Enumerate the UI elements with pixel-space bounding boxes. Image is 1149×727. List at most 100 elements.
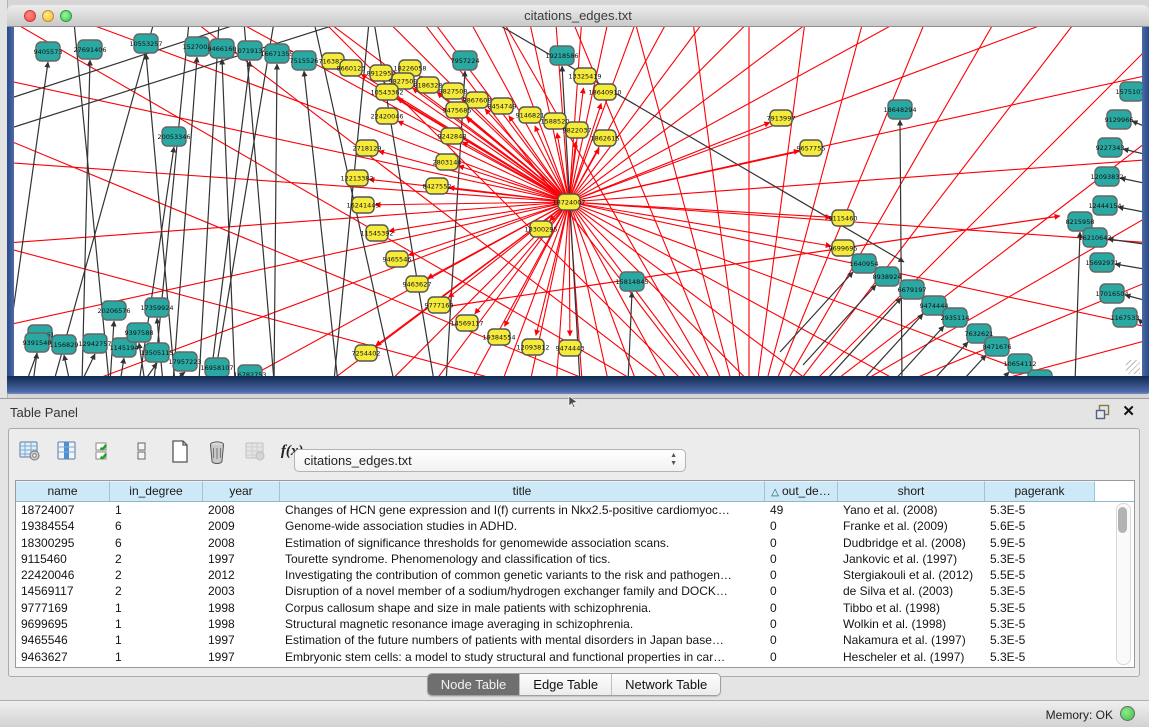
yellow-node[interactable]: 9475685 <box>443 102 472 118</box>
teal-node[interactable]: 17359924 <box>140 298 173 317</box>
yellow-node[interactable]: 14569117 <box>450 315 483 331</box>
table-row[interactable]: 969969511998Structural magnetic resonanc… <box>16 616 1134 632</box>
yellow-node[interactable]: 9474443 <box>556 340 585 356</box>
table-selector-dropdown[interactable]: citations_edges.txt ▲▼ <box>294 449 686 472</box>
network-canvas[interactable]: 9405573276914061055325715270039466160107… <box>14 27 1142 376</box>
teal-node[interactable]: 12444154 <box>1088 196 1121 215</box>
teal-node[interactable]: 2935114 <box>941 308 970 327</box>
table-row[interactable]: 1938455462009Genome-wide association stu… <box>16 518 1134 534</box>
memory-status-indicator[interactable] <box>1120 706 1135 721</box>
tab-edge-table[interactable]: Edge Table <box>520 674 612 695</box>
table-row[interactable]: 1872400712008Changes of HCN gene express… <box>16 502 1134 518</box>
teal-node[interactable]: 1167533 <box>1111 308 1140 327</box>
table-row[interactable]: 911546021997Tourette syndrome. Phenomeno… <box>16 551 1134 567</box>
teal-node[interactable]: 12942757 <box>78 334 111 353</box>
yellow-node[interactable]: 7254402 <box>352 345 381 361</box>
table-cell: 2008 <box>203 535 280 551</box>
yellow-node[interactable]: 9242848 <box>438 128 467 144</box>
table-cell: 22420046 <box>16 567 110 583</box>
table-cell: 9777169 <box>16 600 110 616</box>
yellow-node[interactable]: 9657755 <box>797 140 826 156</box>
svg-text:10654112: 10654112 <box>1003 360 1036 368</box>
delete-table-icon[interactable] <box>204 437 230 465</box>
citation-graph[interactable]: 9405573276914061055325715270039466160107… <box>14 27 1142 376</box>
teal-node[interactable]: 16958107 <box>200 358 233 376</box>
teal-node[interactable]: 15814845 <box>615 272 648 291</box>
column-header-in_degree[interactable]: in_degree <box>110 481 203 501</box>
yellow-node[interactable]: 9699695 <box>829 240 858 256</box>
teal-node[interactable]: 9227343 <box>1096 138 1125 157</box>
float-window-icon[interactable] <box>1095 404 1111 420</box>
yellow-node[interactable]: 8454749 <box>488 98 517 114</box>
teal-node[interactable]: 19218586 <box>545 46 578 65</box>
column-header-short[interactable]: short <box>838 481 985 501</box>
teal-node[interactable]: 8471676 <box>983 337 1012 356</box>
teal-node[interactable]: 9466160 <box>208 39 237 58</box>
yellow-node[interactable]: 1862615 <box>591 130 620 146</box>
teal-node[interactable]: 1156829 <box>50 335 79 354</box>
yellow-node[interactable]: 2803144 <box>433 154 462 170</box>
svg-text:10543362: 10543362 <box>370 89 403 97</box>
teal-node[interactable]: 9391540 <box>23 333 52 352</box>
select-columns-icon[interactable] <box>54 437 80 465</box>
close-panel-icon[interactable]: ✕ <box>1122 402 1135 420</box>
yellow-node[interactable]: 8427552 <box>423 178 452 194</box>
yellow-node[interactable]: 9777169 <box>425 297 454 313</box>
teal-node[interactable]: 10553257 <box>129 34 162 53</box>
yellow-node[interactable]: 8660123 <box>337 60 366 76</box>
teal-node[interactable]: 7515526 <box>290 51 319 70</box>
application-window: citations_edges.txt 94055732769140610553… <box>0 0 1149 727</box>
svg-text:9405573: 9405573 <box>34 48 63 56</box>
teal-node[interactable]: 17957223 <box>168 352 201 371</box>
teal-node[interactable]: 17016504 <box>1095 284 1128 303</box>
teal-node[interactable]: 15751074 <box>1115 82 1142 101</box>
table-row[interactable]: 977716911998Corpus callosum shape and si… <box>16 600 1134 616</box>
tab-network-table[interactable]: Network Table <box>612 674 720 695</box>
teal-node[interactable]: 1640954 <box>850 254 879 273</box>
table-cell: 1998 <box>203 600 280 616</box>
teal-node[interactable]: 8938924 <box>873 267 902 286</box>
table-row[interactable]: 1830029562008Estimation of significance … <box>16 535 1134 551</box>
teal-node[interactable]: 18648294 <box>883 100 916 119</box>
table-cell: Corpus callosum shape and size in male p… <box>280 600 765 616</box>
table-row[interactable]: 1456911722003Disruption of a novel membe… <box>16 583 1134 599</box>
yellow-node[interactable]: 12213382 <box>340 170 373 186</box>
table-scrollbar[interactable] <box>1116 503 1131 665</box>
table-settings-icon[interactable] <box>17 437 43 465</box>
yellow-node[interactable]: 19384554 <box>482 329 515 345</box>
teal-node[interactable]: 20206576 <box>97 301 130 320</box>
column-header-out_de[interactable]: △out_de… <box>765 481 838 501</box>
teal-node[interactable]: 6679197 <box>898 280 927 299</box>
table-row[interactable]: 946362711997Embryonic stem cells: a mode… <box>16 649 1134 665</box>
column-header-name[interactable]: name <box>16 481 110 501</box>
yellow-node[interactable]: 9115460 <box>829 210 858 226</box>
column-header-title[interactable]: title <box>280 481 765 501</box>
teal-node[interactable]: 12093832 <box>1090 167 1123 186</box>
tab-node-table[interactable]: Node Table <box>428 674 521 695</box>
teal-node[interactable]: 27691406 <box>73 40 106 59</box>
yellow-node[interactable]: 2718129 <box>353 140 382 156</box>
import-table-icon[interactable] <box>242 437 268 465</box>
teal-node[interactable]: 15692971 <box>1085 253 1118 272</box>
selection-mode-icon[interactable] <box>92 437 118 465</box>
teal-node[interactable]: 9129966 <box>1105 110 1134 129</box>
yellow-node[interactable]: 7913997 <box>767 110 796 126</box>
teal-node[interactable]: 7957224 <box>451 51 480 70</box>
column-header-pagerank[interactable]: pagerank <box>985 481 1095 501</box>
teal-node[interactable]: 9397588 <box>125 323 154 342</box>
table-row[interactable]: 2242004622012Investigating the contribut… <box>16 567 1134 583</box>
teal-node[interactable]: 16782753 <box>233 365 266 376</box>
table-row[interactable]: 946554611997Estimation of the future num… <box>16 632 1134 648</box>
yellow-node[interactable]: 9463627 <box>403 276 432 292</box>
new-table-icon[interactable] <box>167 437 193 465</box>
teal-node[interactable]: 20053346 <box>157 127 190 146</box>
canvas-resize-handle[interactable] <box>1126 360 1140 374</box>
row-height-icon[interactable] <box>129 437 155 465</box>
teal-node[interactable]: 9405573 <box>34 42 63 61</box>
table-scrollbar-thumb[interactable] <box>1118 507 1127 533</box>
teal-node[interactable]: 16210643 <box>1078 228 1111 247</box>
column-header-year[interactable]: year <box>203 481 280 501</box>
yellow-node[interactable]: 9465546 <box>383 251 412 267</box>
table-cell: de Silva et al. (2003) <box>838 583 985 599</box>
yellow-node[interactable]: 9822037 <box>563 122 592 138</box>
